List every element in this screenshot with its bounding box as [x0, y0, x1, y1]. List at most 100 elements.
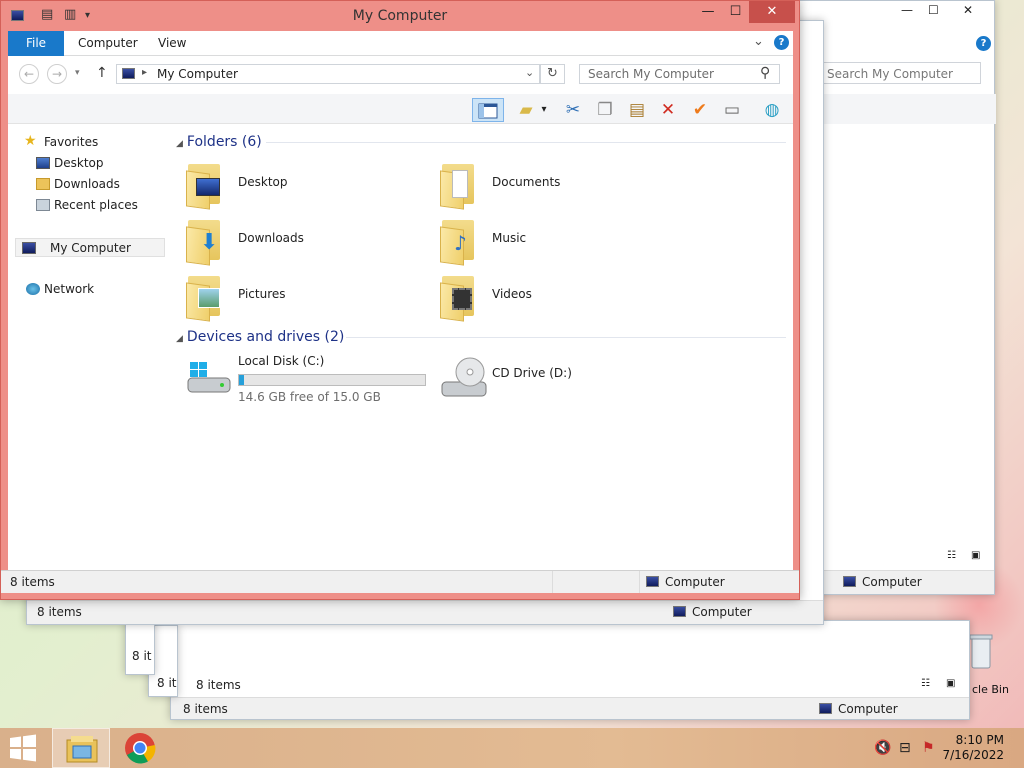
up-button[interactable]: ↑ — [96, 65, 108, 81]
folders-group-header[interactable]: ◢ Folders (6) — [176, 131, 786, 153]
collapse-icon[interactable]: ◢ — [176, 139, 183, 149]
computer-icon — [819, 703, 832, 714]
properties-dropdown-icon[interactable]: ▾ — [538, 98, 550, 122]
recent-locations-icon[interactable]: ▾ — [75, 68, 80, 78]
computer-icon — [646, 576, 659, 587]
folder-label: Music — [492, 231, 527, 245]
status-count: 8 items — [196, 678, 241, 692]
nav-favorites[interactable]: ★ Favorites — [22, 133, 168, 152]
tab-computer[interactable]: Computer — [64, 31, 152, 56]
downloads-folder-icon — [36, 178, 50, 190]
close-button[interactable]: ✕ — [749, 1, 795, 23]
close-button[interactable]: ✕ — [963, 3, 973, 17]
address-path: My Computer — [157, 67, 238, 81]
star-icon: ★ — [24, 133, 37, 149]
drive-label: Local Disk (C:) — [238, 354, 325, 368]
taskbar-chrome[interactable] — [124, 728, 164, 768]
window-client: File Computer View ⌄ ? ← → ▾ ↑ ▸ My Comp… — [8, 31, 793, 593]
view-tiles-icon[interactable]: ▣ — [971, 550, 980, 561]
drive-local-c[interactable]: Local Disk (C:) 14.6 GB free of 15.0 GB — [186, 352, 436, 412]
nav-recent-places[interactable]: Recent places — [32, 196, 178, 215]
collapse-icon[interactable]: ◢ — [176, 334, 183, 344]
pictures-folder-icon — [186, 274, 224, 322]
search-input[interactable]: Search My Computer — [821, 62, 981, 84]
address-dropdown-icon[interactable]: ⌄ — [525, 66, 534, 79]
forward-button[interactable]: → — [47, 64, 67, 84]
nav-desktop-label: Desktop — [54, 156, 104, 170]
tab-file[interactable]: File — [8, 31, 64, 56]
group-divider — [266, 142, 786, 143]
search-input[interactable]: Search My Computer ⚲ — [579, 64, 780, 84]
drives-group-header[interactable]: ◢ Devices and drives (2) — [176, 326, 786, 348]
content-pane: ◢ Folders (6) Desktop Documents ⬇ Downloa… — [166, 124, 793, 585]
status-count: 8 items — [37, 605, 82, 619]
background-window-5[interactable]: 8 it — [125, 620, 155, 675]
folder-music[interactable]: ♪ Music — [440, 214, 680, 266]
folder-downloads[interactable]: ⬇ Downloads — [186, 214, 426, 266]
tab-view[interactable]: View — [144, 31, 200, 56]
nav-desktop[interactable]: Desktop — [32, 154, 178, 173]
nav-downloads[interactable]: Downloads — [32, 175, 178, 194]
title-bar[interactable]: ▤ ▥ ▾ My Computer — ☐ ✕ — [1, 1, 799, 31]
layout-icon[interactable] — [472, 98, 504, 122]
action-center-icon[interactable]: ⚑ — [922, 740, 935, 756]
desktop-folder-icon — [186, 162, 224, 210]
drive-free-space: 14.6 GB free of 15.0 GB — [238, 390, 381, 404]
properties-icon[interactable]: ▰ — [512, 98, 540, 122]
recycle-bin-icon[interactable] — [966, 632, 996, 682]
rename-icon[interactable]: ▭ — [718, 98, 746, 122]
globe-icon[interactable]: ◍ — [758, 98, 786, 122]
maximize-button[interactable]: ☐ — [928, 3, 939, 17]
nav-my-computer-label: My Computer — [50, 241, 131, 255]
folder-label: Pictures — [238, 287, 286, 301]
minimize-button[interactable]: — — [694, 1, 722, 23]
ribbon-help-icon[interactable]: ? — [976, 36, 991, 51]
folder-documents[interactable]: Documents — [440, 158, 680, 210]
ribbon-help-icon[interactable]: ? — [774, 35, 789, 50]
folder-desktop[interactable]: Desktop — [186, 158, 426, 210]
recent-places-icon — [36, 199, 50, 211]
volume-muted-icon[interactable]: 🔇 — [874, 740, 891, 756]
view-details-icon[interactable]: ☷ — [921, 678, 930, 689]
status-bar: 8 items Computer — [27, 600, 823, 624]
nav-network[interactable]: Network — [22, 280, 168, 299]
clock-date: 7/16/2022 — [942, 748, 1004, 762]
ribbon: File Computer View ⌄ ? — [8, 31, 793, 56]
address-bar[interactable]: ▸ My Computer ⌄ — [116, 64, 540, 84]
start-button[interactable] — [8, 728, 42, 768]
check-icon[interactable]: ✔ — [686, 98, 714, 122]
drive-usage-fill — [239, 375, 245, 385]
view-details-icon[interactable]: ☷ — [947, 550, 956, 561]
window-title: My Computer — [352, 8, 448, 24]
taskbar-file-explorer[interactable] — [52, 728, 110, 768]
status-bar: 8 items Computer — [171, 697, 969, 719]
ribbon-expand-icon[interactable]: ⌄ — [753, 34, 764, 49]
background-window-3[interactable]: 8 items ☷ ▣ 8 items Computer — [170, 620, 970, 720]
nav-network-label: Network — [44, 282, 95, 296]
search-icon[interactable]: ⚲ — [760, 65, 770, 81]
copy-icon[interactable]: ❐ — [591, 98, 619, 122]
explorer-window[interactable]: ▤ ▥ ▾ My Computer — ☐ ✕ File Computer Vi… — [0, 0, 800, 600]
paste-icon[interactable]: ▤ — [623, 98, 651, 122]
network-tray-icon[interactable]: ⊟ — [899, 740, 911, 756]
address-separator: ▸ — [142, 67, 148, 78]
status-count: 8 items — [10, 575, 55, 589]
refresh-button[interactable]: ↻ — [540, 64, 565, 84]
status-divider — [639, 571, 640, 593]
cut-icon[interactable]: ✂ — [559, 98, 587, 122]
nav-my-computer[interactable]: My Computer — [15, 238, 165, 257]
back-button[interactable]: ← — [19, 64, 39, 84]
status-divider — [552, 571, 553, 593]
computer-icon — [22, 242, 36, 254]
drive-cd-d[interactable]: CD Drive (D:) — [440, 352, 680, 412]
view-tiles-icon[interactable]: ▣ — [946, 678, 955, 689]
folder-videos[interactable]: Videos — [440, 270, 680, 322]
folder-pictures[interactable]: Pictures — [186, 270, 426, 322]
status-location: Computer — [819, 702, 898, 716]
delete-icon[interactable]: ✕ — [654, 98, 682, 122]
clock-time: 8:10 PM — [955, 733, 1004, 747]
drives-group-title: Devices and drives (2) — [186, 329, 345, 345]
minimize-button[interactable]: — — [901, 3, 913, 17]
system-clock[interactable]: 8:10 PM 7/16/2022 — [942, 733, 1004, 763]
maximize-button[interactable]: ☐ — [722, 1, 749, 23]
